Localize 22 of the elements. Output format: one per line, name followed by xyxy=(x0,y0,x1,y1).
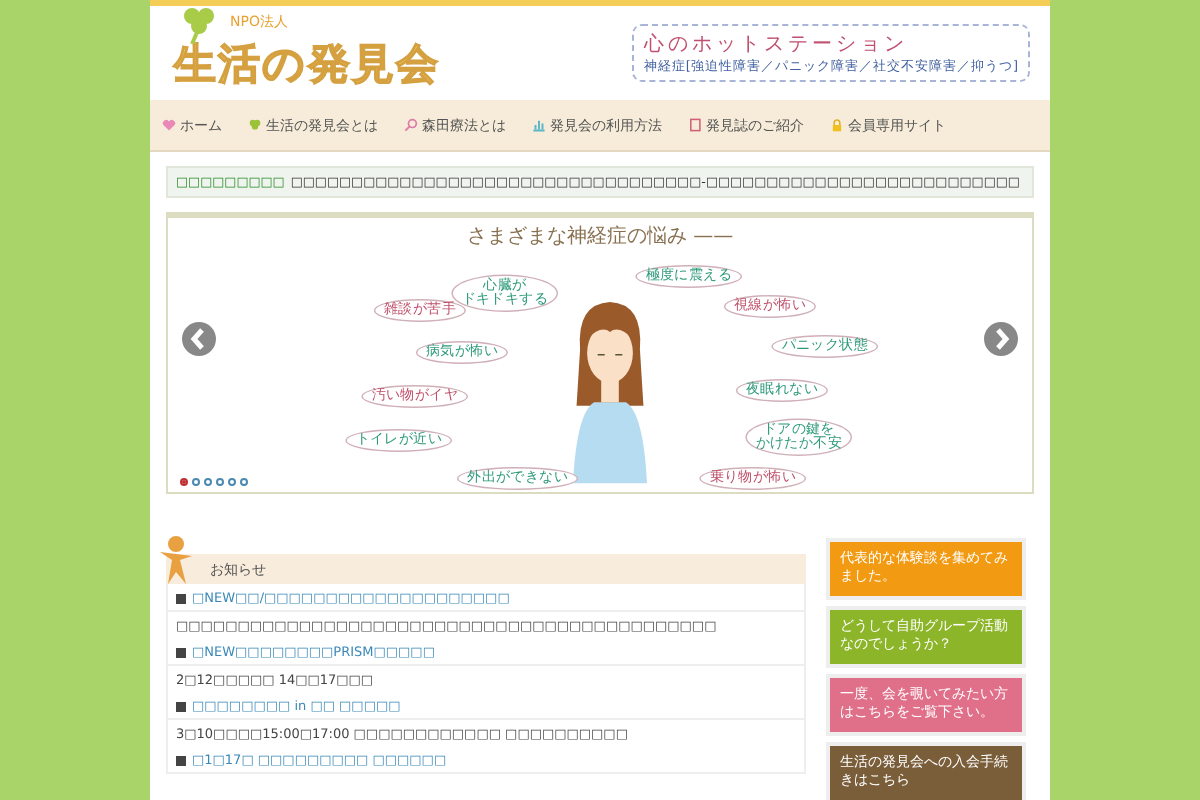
slide-dot[interactable] xyxy=(216,478,224,486)
search-icon xyxy=(404,118,418,132)
site-logo[interactable]: 生活の発見会 xyxy=(174,35,440,91)
slide-title: さまざまな神経症の悩み —— xyxy=(464,223,736,250)
bullet-icon xyxy=(176,701,186,711)
tagline: 心のホットステーション xyxy=(643,31,910,58)
slide-dot[interactable] xyxy=(228,478,236,486)
slide-dot[interactable] xyxy=(240,478,248,486)
next-slide-button[interactable] xyxy=(984,322,1018,356)
figure-icon xyxy=(158,534,194,586)
slide-dot[interactable] xyxy=(180,478,188,486)
previous-slide-button[interactable] xyxy=(182,322,216,356)
lock-icon xyxy=(830,118,844,132)
bullet-icon xyxy=(176,593,186,603)
bullet-icon xyxy=(176,755,186,765)
chart-icon xyxy=(532,118,546,132)
heart-icon xyxy=(162,118,176,132)
book-icon xyxy=(688,118,702,132)
slide-dot[interactable] xyxy=(204,478,212,486)
clover-icon xyxy=(248,118,262,132)
slide-dot[interactable] xyxy=(192,478,200,486)
bullet-icon xyxy=(176,647,186,657)
